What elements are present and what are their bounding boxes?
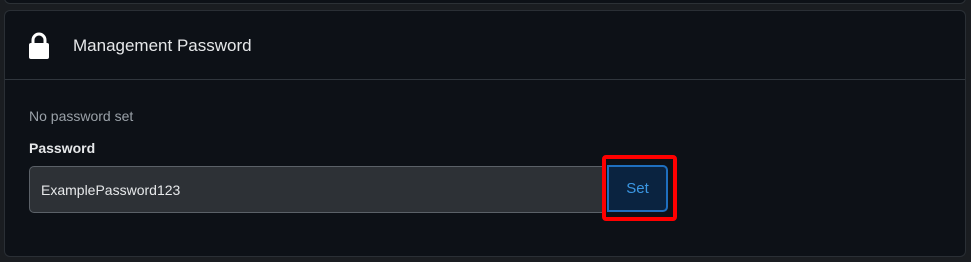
password-input[interactable]: [29, 166, 605, 213]
password-label: Password: [29, 140, 96, 156]
lock-icon: [27, 31, 51, 61]
previous-card: [4, 0, 966, 4]
set-password-button[interactable]: Set: [607, 165, 668, 212]
card-title: Management Password: [73, 36, 252, 55]
page: Management Password No password set Pass…: [0, 0, 971, 262]
management-password-card: Management Password No password set Pass…: [4, 10, 966, 257]
password-status: No password set: [29, 108, 134, 124]
card-header: Management Password: [5, 11, 965, 80]
